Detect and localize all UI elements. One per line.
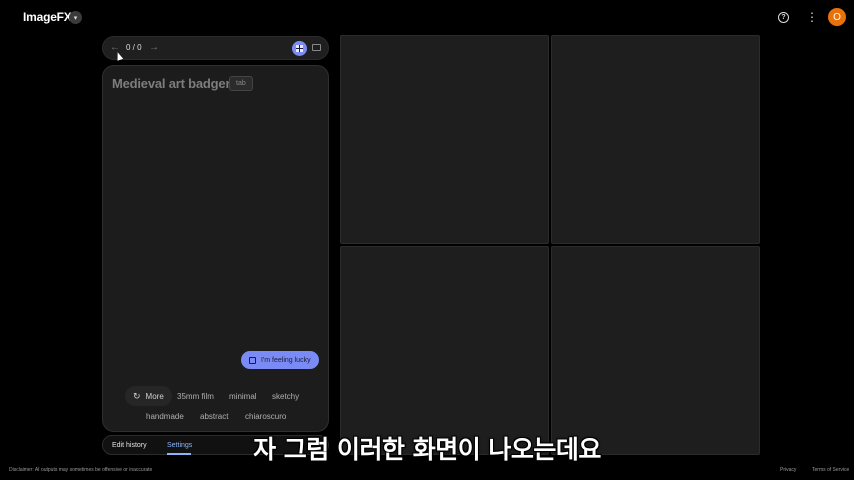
prompt-placeholder[interactable]: Medieval art badger — [112, 76, 231, 91]
video-subtitle: 자 그럼 이러한 화면이 나오는데요 — [253, 435, 601, 464]
chip-35mm-film[interactable]: 35mm film — [177, 392, 214, 401]
grid-view-icon[interactable] — [292, 41, 307, 56]
chip-handmade[interactable]: handmade — [146, 412, 184, 421]
more-options-icon[interactable]: ⋮ — [806, 11, 818, 23]
chip-abstract[interactable]: abstract — [200, 412, 228, 421]
feeling-lucky-button[interactable]: I'm feeling lucky — [241, 351, 319, 369]
dice-icon — [249, 356, 256, 364]
app-logo[interactable]: ImageFX — [23, 10, 72, 24]
more-chips-button[interactable]: ↻ More — [125, 386, 172, 406]
help-icon[interactable]: ? — [778, 12, 789, 23]
privacy-link[interactable]: Privacy — [780, 467, 796, 473]
more-label: More — [145, 391, 164, 401]
chip-sketchy[interactable]: sketchy — [272, 392, 299, 401]
image-placeholder-4[interactable] — [551, 246, 760, 455]
top-bar: ImageFX ▾ ? ⋮ O — [0, 0, 854, 34]
image-navigator: ← 0 / 0 → — [102, 36, 329, 60]
arrow-right-icon[interactable]: → — [149, 42, 159, 53]
image-placeholder-3[interactable] — [340, 246, 549, 455]
refresh-icon: ↻ — [133, 390, 141, 401]
avatar[interactable]: O — [828, 8, 846, 26]
chip-chiaroscuro[interactable]: chiaroscuro — [245, 412, 286, 421]
single-view-icon[interactable] — [312, 44, 321, 51]
feeling-lucky-label: I'm feeling lucky — [261, 356, 311, 364]
image-placeholder-2[interactable] — [551, 35, 760, 244]
terms-link[interactable]: Terms of Service — [812, 467, 849, 473]
tab-hint-badge: tab — [229, 76, 253, 91]
app-switcher-chevron-icon[interactable]: ▾ — [69, 11, 82, 24]
prompt-panel[interactable]: Medieval art badger tab I'm feeling luck… — [102, 65, 329, 432]
image-count: 0 / 0 — [126, 43, 142, 52]
chip-minimal[interactable]: minimal — [229, 392, 257, 401]
image-placeholder-1[interactable] — [340, 35, 549, 244]
disclaimer-text: Disclaimer: AI outputs may sometimes be … — [9, 467, 153, 473]
